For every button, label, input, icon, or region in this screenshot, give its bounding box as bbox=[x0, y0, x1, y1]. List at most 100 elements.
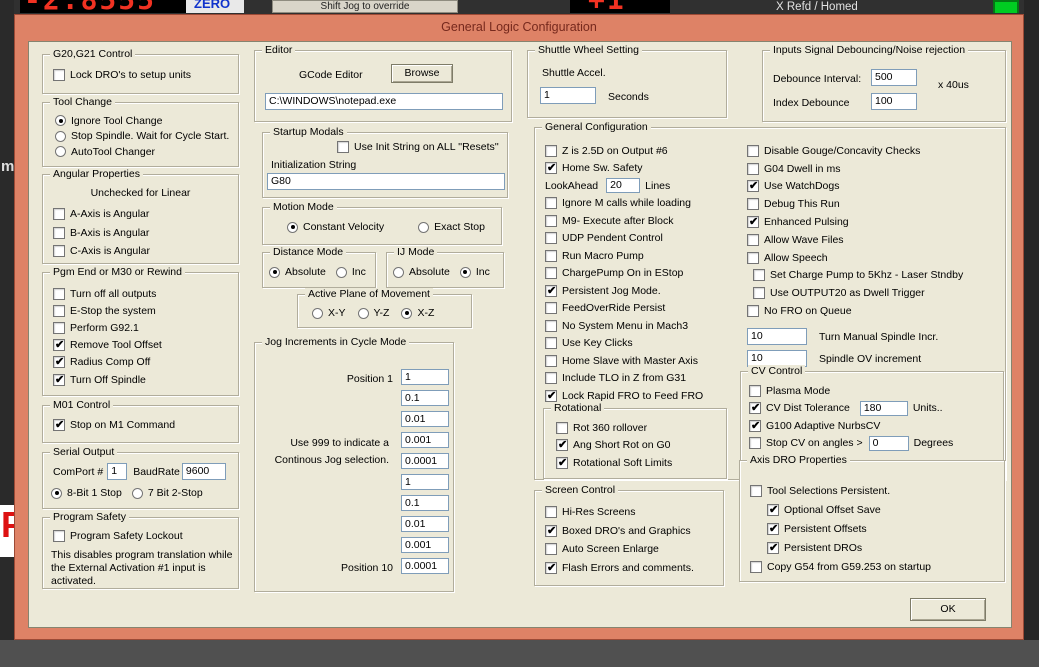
nurbs-row[interactable]: G100 Adaptive NurbsCV bbox=[749, 417, 999, 435]
plasma-mode-row[interactable]: Plasma Mode bbox=[749, 382, 999, 400]
radio-button[interactable] bbox=[336, 267, 347, 278]
radio-button[interactable] bbox=[358, 308, 369, 319]
checkbox[interactable] bbox=[53, 356, 65, 368]
editor-path-field[interactable]: C:\WINDOWS\notepad.exe bbox=[265, 93, 503, 110]
radio-button[interactable] bbox=[418, 222, 429, 233]
radio-row[interactable]: 8-Bit 1 Stop bbox=[51, 487, 122, 499]
checkbox-row[interactable]: Allow Speech bbox=[747, 249, 1003, 267]
checkbox-row[interactable]: Set Charge Pump to 5Khz - Laser Stndby bbox=[747, 267, 1003, 285]
checkbox[interactable] bbox=[545, 525, 557, 537]
checkbox[interactable] bbox=[545, 355, 557, 367]
shift-jog-override-button[interactable]: Shift Jog to override bbox=[272, 0, 458, 13]
checkbox-row[interactable]: Rotational Soft Limits bbox=[556, 454, 672, 472]
checkbox-row[interactable]: Persistent DROs bbox=[750, 538, 931, 557]
checkbox[interactable] bbox=[753, 287, 765, 299]
radio-button[interactable] bbox=[287, 222, 298, 233]
checkbox-row[interactable]: Persistent Offsets bbox=[750, 519, 931, 538]
radio-button[interactable] bbox=[312, 308, 323, 319]
browse-button[interactable]: Browse bbox=[391, 64, 453, 83]
checkbox[interactable] bbox=[53, 339, 65, 351]
checkbox[interactable] bbox=[767, 542, 779, 554]
checkbox-row[interactable]: Persistent Jog Mode. bbox=[545, 282, 737, 300]
radio-button[interactable] bbox=[55, 115, 66, 126]
cv-dist-tolerance-row[interactable]: CV Dist Tolerance 180 Units.. bbox=[749, 400, 999, 418]
jog-increment-field[interactable]: 0.01 bbox=[401, 516, 449, 532]
checkbox-row[interactable]: Boxed DRO's and Graphics bbox=[545, 522, 694, 541]
checkbox[interactable] bbox=[53, 245, 65, 257]
jog-increment-field[interactable]: 0.1 bbox=[401, 390, 449, 406]
checkbox[interactable] bbox=[545, 145, 557, 157]
zero-button[interactable]: ZERO bbox=[186, 0, 244, 13]
cv-angle-field[interactable]: 0 bbox=[869, 436, 909, 451]
checkbox[interactable] bbox=[545, 562, 557, 574]
checkbox-row[interactable]: UDP Pendent Control bbox=[545, 230, 737, 248]
checkbox[interactable] bbox=[747, 234, 759, 246]
init-string-field[interactable]: G80 bbox=[267, 173, 505, 190]
radio-button[interactable] bbox=[269, 267, 280, 278]
checkbox[interactable] bbox=[545, 215, 557, 227]
checkbox[interactable] bbox=[556, 439, 568, 451]
baudrate-field[interactable]: 9600 bbox=[182, 463, 226, 480]
checkbox-row[interactable]: Include TLO in Z from G31 bbox=[545, 370, 737, 388]
radio-row[interactable]: Inc bbox=[336, 266, 366, 278]
checkbox[interactable] bbox=[556, 457, 568, 469]
checkbox[interactable] bbox=[747, 163, 759, 175]
checkbox[interactable] bbox=[53, 288, 65, 300]
checkbox[interactable] bbox=[747, 145, 759, 157]
checkbox-row[interactable]: Debug This Run bbox=[747, 195, 1003, 213]
checkbox-row[interactable]: FeedOverRide Persist bbox=[545, 300, 737, 318]
lookahead-field[interactable]: 20 bbox=[606, 178, 640, 193]
jog-increment-field[interactable]: 0.001 bbox=[401, 537, 449, 553]
checkbox-row[interactable]: C-Axis is Angular bbox=[53, 242, 150, 261]
checkbox[interactable] bbox=[750, 485, 762, 497]
checkbox-row[interactable]: G04 Dwell in ms bbox=[747, 160, 1003, 178]
spindle-incr-field[interactable]: 10 bbox=[747, 328, 807, 345]
checkbox-row[interactable]: M9- Execute after Block bbox=[545, 212, 737, 230]
checkbox-row[interactable]: Auto Screen Enlarge bbox=[545, 540, 694, 559]
index-debounce-field[interactable]: 100 bbox=[871, 93, 917, 110]
radio-button[interactable] bbox=[132, 488, 143, 499]
radio-row[interactable]: Ignore Tool Change bbox=[55, 113, 229, 129]
jog-increment-field[interactable]: 0.001 bbox=[401, 432, 449, 448]
checkbox-row[interactable]: Ang Short Rot on G0 bbox=[556, 437, 672, 455]
checkbox[interactable] bbox=[53, 322, 65, 334]
jog-increment-field[interactable]: 0.01 bbox=[401, 411, 449, 427]
checkbox[interactable] bbox=[53, 530, 65, 542]
radio-button[interactable] bbox=[55, 131, 66, 142]
shuttle-accel-field[interactable]: 1 bbox=[540, 87, 596, 104]
checkbox[interactable] bbox=[747, 305, 759, 317]
checkbox[interactable] bbox=[53, 419, 65, 431]
checkbox[interactable] bbox=[545, 390, 557, 402]
radio-button[interactable] bbox=[401, 308, 412, 319]
radio-row[interactable]: Y-Z bbox=[358, 307, 390, 319]
checkbox-row[interactable]: Use Key Clicks bbox=[545, 335, 737, 353]
checkbox[interactable] bbox=[545, 197, 557, 209]
checkbox[interactable] bbox=[545, 337, 557, 349]
checkbox[interactable] bbox=[53, 374, 65, 386]
radio-row[interactable]: Exact Stop bbox=[418, 221, 485, 233]
checkbox[interactable] bbox=[556, 422, 568, 434]
checkbox[interactable] bbox=[750, 561, 762, 573]
checkbox-row[interactable]: Ignore M calls while loading bbox=[545, 195, 737, 213]
checkbox-row[interactable]: Turn Off Spindle bbox=[53, 371, 162, 388]
radio-button[interactable] bbox=[460, 267, 471, 278]
checkbox-row[interactable]: Run Macro Pump bbox=[545, 247, 737, 265]
radio-row[interactable]: 7 Bit 2-Stop bbox=[132, 487, 203, 499]
checkbox-row[interactable]: A-Axis is Angular bbox=[53, 205, 150, 224]
jog-increment-field[interactable]: 0.0001 bbox=[401, 558, 449, 574]
checkbox[interactable] bbox=[767, 504, 779, 516]
checkbox[interactable] bbox=[53, 305, 65, 317]
checkbox[interactable] bbox=[545, 320, 557, 332]
checkbox[interactable] bbox=[545, 162, 557, 174]
radio-row[interactable]: X-Z bbox=[401, 307, 434, 319]
checkbox-row[interactable]: Copy G54 from G59.253 on startup bbox=[750, 557, 931, 576]
checkbox[interactable] bbox=[545, 232, 557, 244]
checkbox[interactable] bbox=[749, 437, 761, 449]
checkbox-row[interactable]: E-Stop the system bbox=[53, 302, 162, 319]
radio-button[interactable] bbox=[393, 267, 404, 278]
cv-dist-field[interactable]: 180 bbox=[860, 401, 908, 416]
checkbox-row[interactable]: Tool Selections Persistent. bbox=[750, 481, 931, 500]
checkbox-row[interactable]: Use OUTPUT20 as Dwell Trigger bbox=[747, 284, 1003, 302]
checkbox-row[interactable]: Disable Gouge/Concavity Checks bbox=[747, 142, 1003, 160]
checkbox-row[interactable]: Radius Comp Off bbox=[53, 354, 162, 371]
